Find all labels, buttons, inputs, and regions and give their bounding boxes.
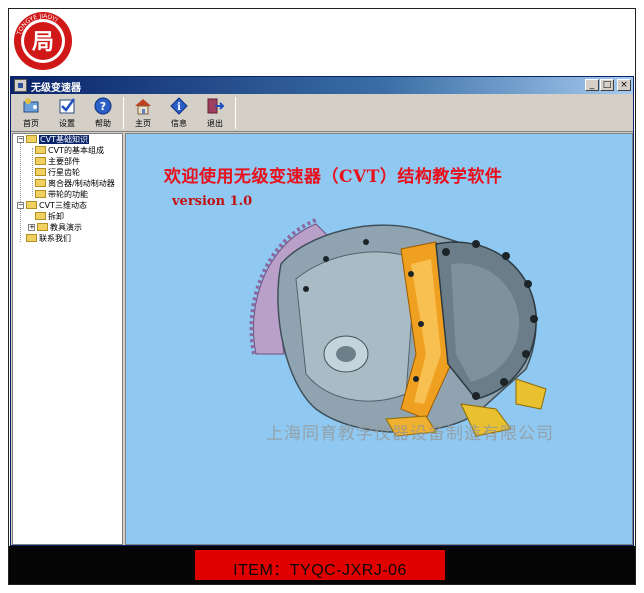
- svg-text:局: 局: [32, 30, 54, 55]
- toolbar-help-button[interactable]: ? 帮助: [87, 96, 119, 130]
- item-code-box: ITEM：TYQC-JXRJ-06: [195, 550, 445, 580]
- toolbar-exit-button[interactable]: 退出: [199, 96, 231, 130]
- toolbar-settings-button[interactable]: 设置: [51, 96, 83, 130]
- svg-text:i: i: [177, 102, 181, 113]
- tree-item[interactable]: 带轮的功能: [35, 189, 88, 200]
- tree-item-cvt-basics[interactable]: CVT基础知识: [26, 134, 89, 145]
- help-icon: ?: [93, 96, 113, 116]
- company-watermark: 上海同育教学仪器设备制造有限公司: [266, 424, 554, 444]
- folder-icon: [35, 146, 46, 154]
- tree-item[interactable]: 行星齿轮: [35, 167, 80, 178]
- folder-icon: [26, 234, 37, 242]
- title-bar[interactable]: 无级变速器 _ □ ×: [11, 77, 633, 94]
- toolbar-main-button[interactable]: 主页: [127, 96, 159, 130]
- navigation-tree: − CVT基础知识 CVT的基本组成 主要部件 行星齿轮 离合器/制动制动器 带…: [12, 133, 123, 545]
- tree-item[interactable]: CVT的基本组成: [35, 145, 104, 156]
- app-window: 无级变速器 _ □ × 首页 设置 ? 帮助 主页 i 信息 退出 − CVT基…: [10, 76, 634, 546]
- item-code: ITEM：TYQC-JXRJ-06: [233, 562, 407, 579]
- folder-icon: [35, 157, 46, 165]
- tree-item-contact[interactable]: 联系我们: [26, 233, 71, 244]
- folder-icon: [35, 190, 46, 198]
- maximize-button[interactable]: □: [600, 79, 614, 91]
- toolbar-separator: [235, 97, 236, 129]
- app-icon[interactable]: [14, 79, 27, 92]
- window-title: 无级变速器: [31, 83, 81, 94]
- tree-expander[interactable]: −: [17, 202, 24, 209]
- main-content: 欢迎使用无级变速器（CVT）结构教学软件 version 1.0 上海同育教学仪…: [125, 133, 633, 545]
- info-icon: i: [169, 96, 189, 116]
- tree-item-cvt-3d[interactable]: CVT三维动态: [26, 200, 87, 211]
- tree-item[interactable]: 教具演示: [37, 222, 82, 233]
- folder-icon: [37, 223, 48, 231]
- house-icon: [133, 96, 153, 116]
- tree-expander[interactable]: −: [17, 136, 24, 143]
- welcome-headline: 欢迎使用无级变速器（CVT）结构教学软件: [164, 167, 503, 187]
- footer-band: ITEM：TYQC-JXRJ-06: [9, 546, 635, 584]
- folder-icon: [35, 212, 46, 220]
- tree-expander[interactable]: +: [28, 224, 35, 231]
- toolbar: 首页 设置 ? 帮助 主页 i 信息 退出: [11, 94, 633, 132]
- folder-icon: [35, 179, 46, 187]
- tree-item[interactable]: 离合器/制动制动器: [35, 178, 115, 189]
- tree-line: [32, 148, 33, 196]
- folder-icon: [35, 168, 46, 176]
- svg-text:?: ?: [100, 100, 106, 113]
- company-logo: 局 TONGYE JIAOYI: [12, 10, 74, 72]
- toolbar-info-button[interactable]: i 信息: [163, 96, 195, 130]
- home-wizard-icon: [21, 96, 41, 116]
- tree-line: [20, 142, 21, 242]
- cvt-cutaway-illustration: [249, 218, 547, 437]
- toolbar-home-button[interactable]: 首页: [15, 96, 47, 130]
- exit-icon: [205, 96, 225, 116]
- folder-open-icon: [26, 135, 37, 143]
- tree-item[interactable]: 主要部件: [35, 156, 80, 167]
- tree-item[interactable]: 拆卸: [35, 211, 64, 222]
- minimize-button[interactable]: _: [585, 79, 599, 91]
- close-button[interactable]: ×: [617, 79, 631, 91]
- toolbar-separator: [123, 97, 124, 129]
- checkbox-settings-icon: [57, 96, 77, 116]
- folder-open-icon: [26, 201, 37, 209]
